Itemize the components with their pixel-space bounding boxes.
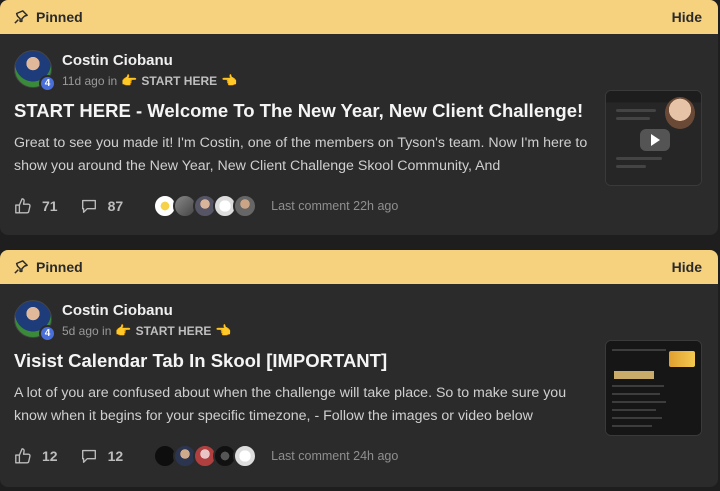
post-actions: 12 12 Last comment 24h ago <box>14 442 398 470</box>
pointing-right-icon: 👉 <box>121 72 138 88</box>
pointing-left-icon: 👈 <box>215 322 232 338</box>
comment-icon <box>81 449 96 463</box>
post-time: 5d ago in <box>62 323 112 338</box>
play-icon[interactable] <box>640 129 670 151</box>
thumb-line <box>616 117 650 120</box>
thumb-line <box>612 425 652 427</box>
thumb-line <box>616 165 646 168</box>
pin-icon <box>14 260 28 274</box>
author-row: 4 Costin Ciobanu 5d ago in 👉 START HERE … <box>14 300 232 342</box>
category-link[interactable]: START HERE <box>136 324 212 338</box>
category-link[interactable]: START HERE <box>141 74 217 88</box>
pinned-bar: Pinned Hide <box>0 0 718 34</box>
pin-icon <box>14 10 28 24</box>
author-row: 4 Costin Ciobanu 11d ago in 👉 START HERE… <box>14 50 238 92</box>
post-title[interactable]: START HERE - Welcome To The New Year, Ne… <box>14 100 594 122</box>
last-comment-time: Last comment 22h ago <box>271 199 399 213</box>
thumb-line <box>612 349 666 351</box>
thumb-highlight <box>614 371 654 379</box>
comment-button[interactable]: 87 <box>80 197 124 215</box>
thumb-line <box>612 385 664 387</box>
post-thumbnail[interactable] <box>605 340 702 436</box>
like-button[interactable]: 71 <box>14 197 58 215</box>
thumbs-up-icon <box>15 448 31 464</box>
pinned-label: Pinned <box>36 9 83 25</box>
hide-button[interactable]: Hide <box>672 9 702 25</box>
pointing-right-icon: 👉 <box>115 322 132 338</box>
author-name[interactable]: Costin Ciobanu <box>62 302 232 320</box>
thumb-line <box>612 393 660 395</box>
author-avatar[interactable]: 4 <box>14 50 56 92</box>
pinned-label: Pinned <box>36 259 83 275</box>
thumb-line <box>612 417 662 419</box>
author-avatar[interactable]: 4 <box>14 300 56 342</box>
post-excerpt[interactable]: Great to see you made it! I'm Costin, on… <box>14 132 594 178</box>
pinned-indicator: Pinned <box>14 259 83 275</box>
presenter-face <box>665 97 695 129</box>
post-card[interactable]: Pinned Hide 4 Costin Ciobanu 5d ago in 👉… <box>0 250 718 487</box>
comment-count: 87 <box>107 198 124 214</box>
last-comment-time: Last comment 24h ago <box>271 449 399 463</box>
hide-button[interactable]: Hide <box>672 259 702 275</box>
post-thumbnail[interactable] <box>605 90 702 186</box>
post-title[interactable]: Visist Calendar Tab In Skool [IMPORTANT] <box>14 350 594 372</box>
challenge-banner <box>669 351 695 367</box>
level-badge: 4 <box>39 75 56 92</box>
like-button[interactable]: 12 <box>14 447 58 465</box>
pointing-left-icon: 👈 <box>221 72 238 88</box>
post-card[interactable]: Pinned Hide 4 Costin Ciobanu 11d ago in … <box>0 0 718 235</box>
post-time: 11d ago in <box>62 73 118 88</box>
comment-button[interactable]: 12 <box>80 447 124 465</box>
author-name[interactable]: Costin Ciobanu <box>62 52 237 70</box>
comment-icon <box>81 199 96 213</box>
thumb-line <box>612 401 666 403</box>
pinned-bar: Pinned Hide <box>0 250 718 284</box>
thumb-line <box>616 109 656 112</box>
pinned-indicator: Pinned <box>14 9 83 25</box>
thumb-line <box>612 409 656 411</box>
thumbs-up-icon <box>15 198 31 214</box>
recent-commenters[interactable] <box>153 444 258 468</box>
level-badge: 4 <box>39 325 56 342</box>
recent-commenters[interactable] <box>153 194 258 218</box>
post-excerpt[interactable]: A lot of you are confused about when the… <box>14 382 594 428</box>
post-actions: 71 87 Last comment 22h ago <box>14 192 398 220</box>
commenter-avatar <box>233 444 258 468</box>
like-count: 71 <box>42 198 58 214</box>
comment-count: 12 <box>107 448 124 464</box>
commenter-avatar <box>233 194 258 218</box>
like-count: 12 <box>42 448 58 464</box>
thumb-line <box>616 157 662 160</box>
